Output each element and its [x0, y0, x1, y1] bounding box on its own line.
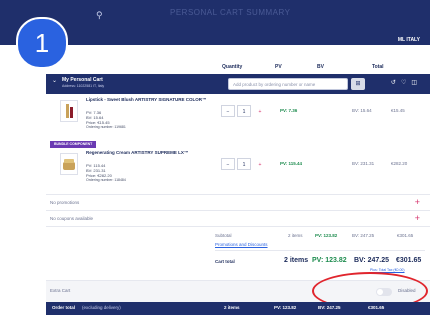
subtotal-items: 2 items: [288, 233, 303, 238]
quantity-stepper[interactable]: −1 +: [221, 105, 273, 117]
item-total: €15.45: [391, 108, 405, 113]
product-thumbnail[interactable]: [60, 100, 78, 122]
bundle-component-badge: BUNDLE COMPONENT: [50, 141, 97, 148]
item-pv: PV: 7.36: [280, 108, 298, 113]
promotions-discounts-link[interactable]: Promotions and Discounts: [215, 242, 268, 247]
subtotal-label: Subtotal: [215, 233, 232, 238]
order-total-note: (excluding delivery): [82, 305, 121, 310]
promotions-row[interactable]: No promotions +: [46, 194, 430, 211]
item-bv: BV: 15.64: [352, 108, 372, 113]
product-name[interactable]: Lipstick - Sweet Blush ARTISTRY SIGNATUR…: [86, 97, 221, 103]
cart-item: Lipstick - Sweet Blush ARTISTRY SIGNATUR…: [46, 96, 430, 140]
cart-total-label: Cart total: [215, 259, 235, 264]
cart-action-icons[interactable]: ↺♡◫: [391, 79, 422, 86]
product-name[interactable]: Regenerating Cream ARTISTRY SUPREME LX™: [86, 150, 221, 156]
order-total-pv: PV: 123.82: [274, 305, 297, 310]
coupons-label: No coupons available: [50, 216, 94, 221]
ordering-number: Ordering number: 119681: [86, 125, 126, 129]
item-bv: BV: 231.31: [352, 161, 375, 166]
cart-total-bv: BV: 247.25: [354, 257, 390, 264]
order-total-bv: BV: 247.25: [318, 305, 341, 310]
item-pv: PV: 115.44: [280, 161, 303, 166]
personal-cart-header: My Personal Cart Address: 11022581 IT, I…: [46, 74, 430, 94]
order-total-label: Order total: [52, 305, 76, 310]
add-product-input[interactable]: Add product by ordering number or name: [228, 78, 348, 90]
product-thumbnail[interactable]: [60, 153, 78, 175]
cart-total-total: €301.65: [396, 257, 422, 264]
summary-divider: [215, 250, 425, 251]
total-column-header: Total: [372, 64, 384, 70]
step-number-badge: 1: [16, 17, 68, 69]
increase-button[interactable]: +: [253, 159, 267, 171]
increase-button[interactable]: +: [253, 106, 267, 118]
bv-column-header: BV: [317, 64, 324, 70]
add-product-button[interactable]: ⊞: [351, 78, 365, 90]
item-total: €282.20: [391, 161, 408, 166]
order-total-amount: €301.65: [368, 305, 385, 310]
ordering-number: Ordering number: 118484: [86, 178, 126, 182]
extra-cart-label: Extra Cart: [50, 288, 71, 293]
promotions-label: No promotions: [50, 200, 80, 205]
coupons-row[interactable]: No coupons available +: [46, 210, 430, 227]
page-header-title: PERSONAL CART SUMMARY: [170, 8, 291, 17]
expand-promotions-icon[interactable]: +: [415, 197, 420, 207]
subtotal-pv: PV: 123.82: [315, 233, 338, 238]
cart-address: Address: 11022581 IT, Italy: [62, 84, 105, 88]
chevron-down-icon[interactable]: ⌄: [52, 77, 57, 84]
quantity-value[interactable]: 1: [237, 105, 251, 117]
order-total-bar: Order total (excluding delivery) 2 items…: [46, 302, 430, 315]
subtotal-bv: BV: 247.25: [352, 233, 375, 238]
pv-column-header: PV: [275, 64, 282, 70]
cart-total-items: 2 items: [284, 257, 309, 264]
decrease-button[interactable]: −: [221, 105, 235, 117]
expand-coupons-icon[interactable]: +: [415, 213, 420, 223]
cart-title: My Personal Cart: [62, 77, 103, 83]
quantity-column-header: Quantity: [222, 64, 243, 70]
search-icon[interactable]: ⚲: [96, 10, 103, 21]
cart-total-pv: PV: 123.82: [312, 257, 347, 264]
order-total-items: 2 items: [224, 305, 240, 310]
decrease-button[interactable]: −: [221, 158, 235, 170]
country-selector[interactable]: ML ITALY: [398, 37, 420, 43]
quantity-stepper[interactable]: −1 +: [221, 158, 273, 170]
subtotal-total: €301.65: [397, 233, 414, 238]
cart-item: Regenerating Cream ARTISTRY SUPREME LX™ …: [46, 149, 430, 193]
quantity-value[interactable]: 1: [237, 158, 251, 170]
